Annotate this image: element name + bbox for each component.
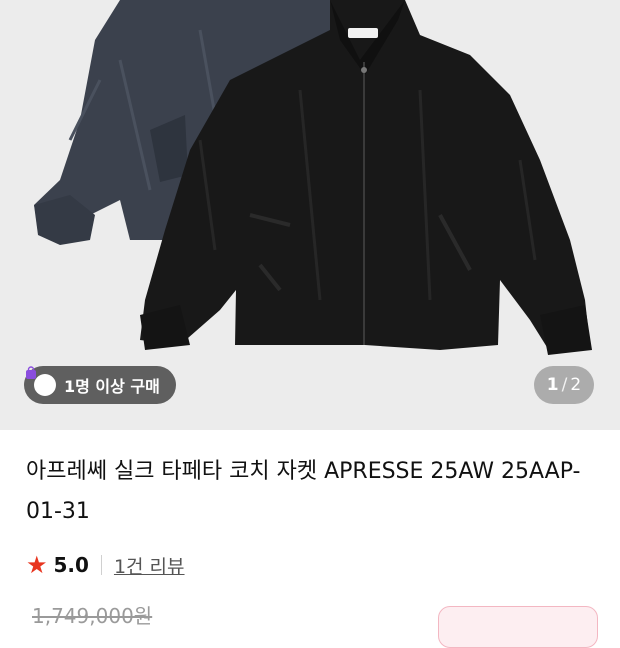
coupon-button[interactable]	[438, 606, 598, 648]
image-counter: 1 / 2	[534, 366, 594, 404]
rating-divider	[100, 555, 102, 575]
product-image-gallery[interactable]: 1명 이상 구매 1 / 2	[0, 0, 620, 430]
product-title: 아프레쎄 실크 타페타 코치 자켓 APRESSE 25AW 25AAP-01-…	[26, 459, 581, 524]
rating-row: ★ 5.0 1건 리뷰	[26, 550, 185, 580]
purchase-count-badge: 1명 이상 구매	[24, 366, 176, 404]
image-counter-current: 1	[546, 375, 559, 395]
reviews-link[interactable]: 1건 리뷰	[114, 552, 185, 579]
purchase-count-label: 1명 이상 구매	[64, 377, 160, 396]
image-counter-separator: /	[561, 375, 568, 395]
image-counter-total: 2	[570, 375, 582, 395]
shopping-bag-icon	[26, 366, 56, 396]
rating-score: 5.0	[53, 553, 89, 577]
star-icon: ★	[26, 551, 48, 579]
original-price: 1,749,000원	[32, 604, 153, 628]
